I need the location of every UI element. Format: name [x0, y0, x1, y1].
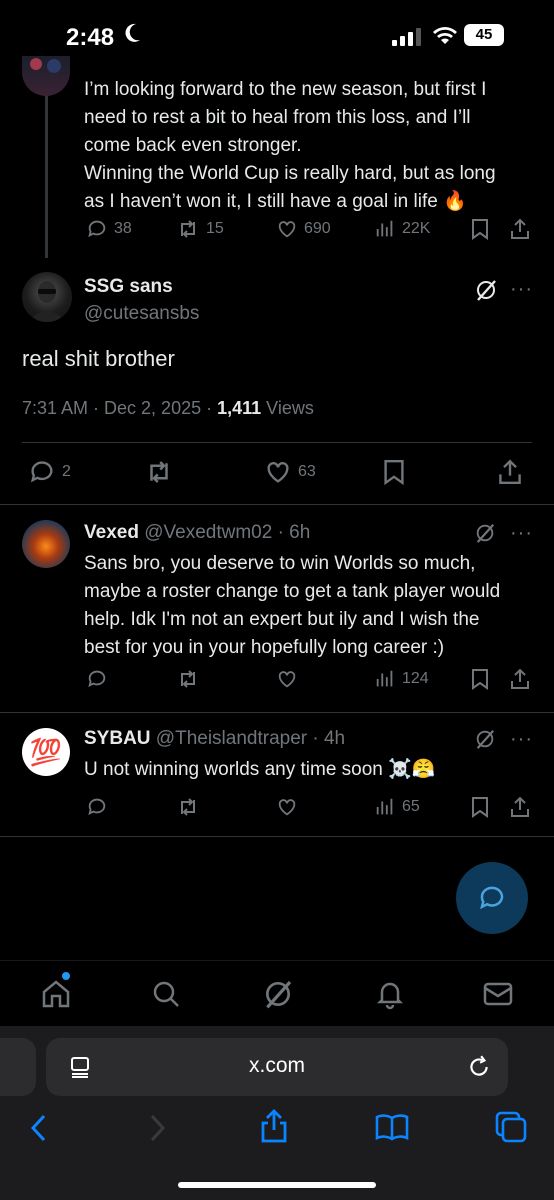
author-handle[interactable]: @cutesansbs [84, 303, 199, 325]
views-icon [376, 798, 393, 815]
tweet-text: real shit brother [22, 346, 175, 371]
wifi-icon [433, 27, 457, 44]
divider [22, 442, 532, 443]
divider [0, 712, 554, 713]
heart-icon [278, 671, 296, 688]
retweet-icon [181, 220, 195, 238]
grok-icon[interactable] [474, 728, 496, 750]
reply-button[interactable] [86, 796, 108, 818]
like-button[interactable] [276, 668, 298, 690]
retweet-button[interactable] [144, 458, 174, 486]
heart-icon [278, 799, 296, 816]
grok-icon[interactable] [262, 978, 294, 1010]
like-button[interactable] [276, 796, 298, 818]
tabs-icon[interactable] [494, 1110, 528, 1144]
author-name[interactable]: SSG sans [84, 276, 173, 298]
avatar[interactable] [22, 520, 70, 568]
bell-icon[interactable] [374, 978, 406, 1010]
bookmark-button[interactable] [382, 458, 406, 486]
tweet-action-bar: 2 63 [0, 458, 554, 486]
reply-icon [88, 670, 106, 688]
avatar[interactable] [22, 56, 70, 96]
reply-text: U not winning worlds any time soon ☠️😤 [84, 759, 436, 780]
share-button[interactable] [510, 796, 530, 818]
reply-button[interactable]: 38 [86, 218, 132, 240]
tweet-text: I’m looking forward to the new season, b… [84, 79, 496, 212]
search-icon[interactable] [150, 978, 182, 1010]
more-options-icon[interactable]: ··· [510, 522, 533, 545]
retweet-button[interactable]: 15 [176, 218, 224, 240]
heart-icon [267, 462, 289, 483]
views-button[interactable]: 124 [374, 668, 429, 690]
grok-icon[interactable] [474, 278, 498, 302]
author-name[interactable]: Vexed [84, 522, 139, 543]
views-button[interactable]: 22K [374, 218, 430, 240]
tweet-action-bar: 65 [0, 796, 554, 824]
tweet-metadata: 7:31 AM · Dec 2, 2025 · 1,411 Views [22, 398, 314, 418]
bookmark-icon [472, 219, 488, 240]
reply-text: Sans bro, you deserve to win Worlds so m… [84, 553, 501, 658]
battery-indicator: 45 [464, 24, 504, 46]
status-time: 2:48 [66, 24, 115, 51]
views-icon [376, 670, 393, 687]
share-icon[interactable] [258, 1108, 290, 1144]
views-button[interactable]: 65 [374, 796, 420, 818]
reply-button[interactable] [86, 668, 108, 690]
retweet-button[interactable] [176, 668, 200, 690]
retweet-icon [150, 461, 168, 483]
mail-icon[interactable] [482, 980, 514, 1008]
share-button[interactable] [510, 668, 530, 690]
reply-header: Vexed @Vexedtwm02 · 6h [84, 522, 310, 544]
home-indicator [178, 1182, 376, 1188]
bookmark-icon [472, 797, 488, 818]
share-button[interactable] [510, 218, 530, 240]
heart-icon [278, 221, 296, 238]
share-icon [511, 218, 529, 239]
avatar[interactable] [22, 272, 72, 322]
views-icon [376, 220, 393, 237]
more-options-icon[interactable]: ··· [510, 278, 533, 301]
reply-icon [88, 220, 106, 238]
bookmarks-icon[interactable] [374, 1112, 410, 1142]
compose-reply-button[interactable] [456, 862, 528, 934]
avatar[interactable]: 💯 [22, 728, 70, 776]
reply-icon [30, 461, 53, 483]
share-button[interactable] [498, 458, 522, 486]
share-icon [511, 796, 529, 817]
bookmark-button[interactable] [470, 218, 490, 240]
notification-dot [62, 972, 70, 980]
more-options-icon[interactable]: ··· [510, 728, 533, 751]
reply-header: SYBAU @Theislandtraper · 4h [84, 728, 345, 750]
share-icon [499, 459, 521, 484]
retweet-icon [181, 798, 195, 816]
like-button[interactable]: 690 [276, 218, 331, 240]
bookmark-icon [472, 669, 488, 690]
moon-icon [125, 23, 140, 42]
reply-button[interactable]: 2 [28, 458, 71, 486]
forward-icon[interactable] [146, 1112, 168, 1144]
back-icon[interactable] [28, 1112, 50, 1144]
divider [0, 836, 554, 837]
bookmark-button[interactable] [470, 796, 490, 818]
retweet-icon [181, 670, 195, 688]
tweet-action-bar: 38 15 690 22K [0, 218, 554, 246]
share-icon [511, 668, 529, 689]
reply-icon [88, 798, 106, 816]
reload-icon[interactable] [466, 1054, 492, 1080]
like-button[interactable]: 63 [264, 458, 316, 486]
author-handle[interactable]: @Theislandtraper · 4h [156, 728, 345, 749]
author-name[interactable]: SYBAU [84, 728, 151, 749]
author-handle[interactable]: @Vexedtwm02 · 6h [144, 522, 310, 543]
bookmark-icon [384, 460, 404, 486]
reply-icon [480, 886, 504, 910]
divider [0, 504, 554, 505]
tweet-action-bar: 124 [0, 668, 554, 696]
cellular-signal-icon [392, 28, 421, 46]
grok-icon[interactable] [474, 522, 496, 544]
retweet-button[interactable] [176, 796, 200, 818]
home-icon[interactable] [40, 978, 72, 1010]
bookmark-button[interactable] [470, 668, 490, 690]
